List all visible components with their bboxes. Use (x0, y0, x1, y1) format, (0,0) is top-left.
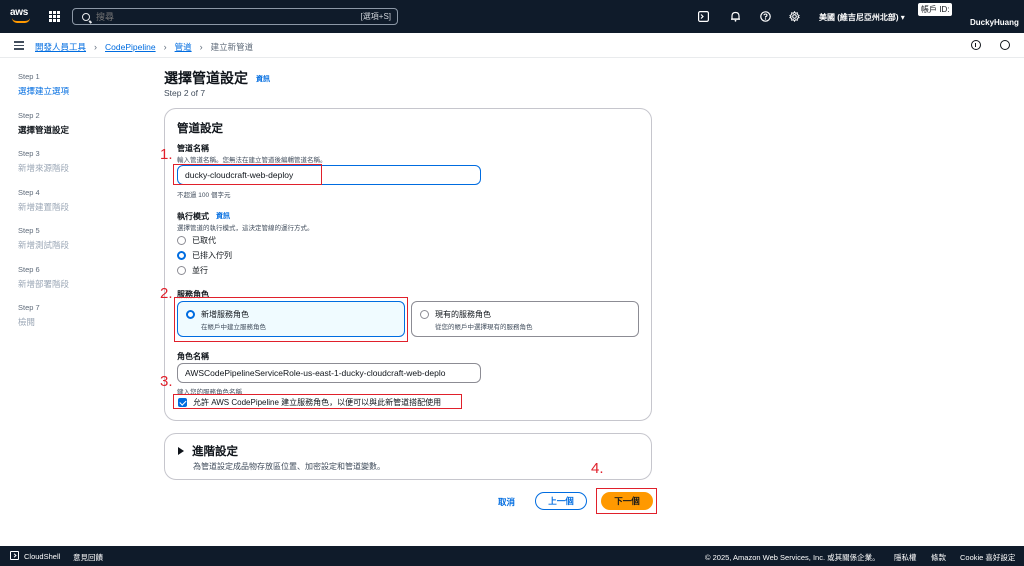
pipeline-name-constraint: 不超過 100 個字元 (177, 192, 231, 199)
mode-option-queued[interactable]: 已排入佇列 (177, 250, 232, 261)
footer-terms[interactable]: 條款 (931, 552, 946, 563)
step-2: Step 2 選擇管道設定 (18, 111, 128, 150)
step-label: 新增來源階段 (18, 163, 70, 173)
step-number: Step 7 (18, 303, 40, 312)
cancel-button[interactable]: 取消 (498, 496, 515, 508)
breadcrumb-bar: 開發人員工具 › CodePipeline › 管道 › 建立新管道 (0, 33, 1024, 58)
step-number: Step 3 (18, 149, 40, 158)
step-label[interactable]: 選擇建立選項 (18, 85, 128, 97)
hamburger-icon[interactable] (14, 41, 24, 50)
footer-copyright: © 2025, Amazon Web Services, Inc. 或其關係企業… (705, 553, 880, 562)
user-menu[interactable]: DuckyHuang (970, 18, 1019, 27)
search-input[interactable] (96, 11, 346, 22)
aws-logo-text: aws (10, 7, 29, 18)
page-title: 選擇管道設定 (164, 70, 248, 86)
step-7: Step 7 檢閱 (18, 303, 128, 342)
chevron-right-icon: › (199, 42, 203, 52)
existing-service-role-tile[interactable]: 現有的服務角色 從您的帳戶中選擇現有的服務角色 (411, 301, 639, 337)
role-name-input[interactable]: AWSCodePipelineServiceRole-us-east-1-duc… (177, 363, 481, 383)
mode-option-parallel[interactable]: 並行 (177, 265, 208, 276)
annotation-number-1: 1. (160, 146, 173, 163)
step-number: Step 4 (18, 187, 40, 197)
chevron-right-icon: › (163, 42, 167, 52)
aws-smile-icon (12, 18, 30, 23)
advanced-settings-desc: 為管道設定成品物存放區位置、加密設定和管道變數。 (193, 462, 385, 471)
step-number: Step 2 (18, 110, 40, 120)
breadcrumb: 開發人員工具 › CodePipeline › 管道 › 建立新管道 (35, 41, 253, 53)
annotation-box-4 (596, 488, 657, 514)
search-icon (82, 12, 90, 21)
footer-privacy[interactable]: 隱私權 (894, 552, 917, 563)
radio-label: 已排入佇列 (192, 251, 232, 260)
account-id-label: 帳戶 ID: (918, 3, 953, 16)
step-5: Step 5 新增測試階段 (18, 226, 128, 265)
clock-icon[interactable] (1000, 40, 1010, 50)
breadcrumb-pipelines[interactable]: 管道 (175, 41, 192, 53)
execution-mode-desc: 選擇管道的執行模式，這決定管線的運行方式。 (177, 225, 314, 232)
step-label: 新增建置階段 (18, 201, 70, 212)
advanced-settings-title: 進階設定 (192, 446, 238, 458)
step-3: Step 3 新增來源階段 (18, 149, 128, 188)
breadcrumb-developer-tools[interactable]: 開發人員工具 (35, 41, 86, 53)
step-number: Step 5 (18, 226, 40, 235)
pipeline-name-label: 管道名稱 (177, 144, 209, 153)
help-icon[interactable] (760, 11, 771, 22)
tile-desc: 從您的帳戶中選擇現有的服務角色 (435, 324, 533, 331)
cloudshell-icon[interactable] (698, 11, 709, 22)
annotation-box-2 (174, 297, 408, 342)
mode-option-superseded[interactable]: 已取代 (177, 235, 216, 246)
tile-title: 現有的服務角色 (435, 310, 491, 319)
step-label: 選擇管道設定 (18, 124, 70, 135)
advanced-settings-toggle[interactable]: 進階設定 (178, 443, 238, 459)
role-name-label: 角色名稱 (177, 352, 209, 361)
footer-feedback[interactable]: 意見回饋 (73, 552, 103, 563)
annotation-number-3: 3. (160, 373, 173, 390)
annotation-box-1 (173, 164, 322, 185)
annotation-number-2: 2. (160, 285, 173, 302)
radio-button[interactable] (177, 266, 186, 275)
footer: CloudShell 意見回饋 © 2025, Amazon Web Servi… (0, 546, 1024, 566)
step-1[interactable]: Step 1 選擇建立選項 (18, 72, 128, 111)
step-label: 檢閱 (18, 317, 36, 327)
execution-mode-info-link[interactable]: 資訊 (216, 211, 230, 221)
step-4: Step 4 新增建置階段 (18, 188, 128, 227)
info-icon[interactable] (971, 40, 981, 50)
step-indicator: Step 2 of 7 (164, 88, 206, 98)
radio-button[interactable] (177, 236, 186, 245)
search-shortcut: [選項+S] (360, 12, 391, 21)
grid-icon[interactable] (49, 11, 60, 22)
step-number: Step 6 (18, 264, 40, 274)
radio-button[interactable] (420, 310, 429, 319)
caret-right-icon (178, 447, 184, 455)
gear-icon[interactable] (789, 11, 800, 22)
pipeline-name-desc: 輸入管道名稱。您無法在建立管道後編輯管道名稱。 (177, 157, 327, 164)
pipeline-settings-heading: 管道設定 (177, 123, 223, 135)
chevron-right-icon: › (94, 42, 98, 52)
annotation-number-4: 4. (591, 460, 604, 477)
breadcrumb-codepipeline[interactable]: CodePipeline (105, 42, 156, 52)
footer-cloudshell[interactable]: CloudShell (24, 552, 60, 561)
cloudshell-icon[interactable] (10, 551, 19, 560)
top-navigation: aws [選項+S] 美國 (維吉尼亞州北部) ▾ 帳戶 ID: DuckyHu… (0, 0, 1024, 33)
step-label: 新增測試階段 (18, 240, 70, 250)
bell-icon[interactable] (730, 11, 741, 22)
step-number: Step 1 (18, 72, 40, 81)
radio-button-selected[interactable] (177, 251, 186, 260)
region-selector[interactable]: 美國 (維吉尼亞州北部) ▾ (819, 12, 905, 23)
annotation-box-3 (173, 394, 462, 409)
previous-button[interactable]: 上一個 (535, 492, 587, 510)
radio-label: 已取代 (192, 236, 216, 245)
radio-label: 並行 (192, 266, 208, 275)
breadcrumb-current: 建立新管道 (210, 42, 254, 52)
wizard-steps: Step 1 選擇建立選項 Step 2 選擇管道設定 Step 3 新增來源階… (18, 72, 128, 342)
step-label: 新增部署階段 (18, 278, 70, 289)
aws-logo[interactable]: aws (10, 8, 36, 25)
search-box[interactable]: [選項+S] (72, 8, 398, 25)
step-6: Step 6 新增部署階段 (18, 265, 128, 304)
execution-mode-label: 執行模式 (177, 212, 209, 221)
page-info-link[interactable]: 資訊 (256, 74, 270, 84)
footer-cookie-preferences[interactable]: Cookie 喜好設定 (960, 552, 1015, 563)
